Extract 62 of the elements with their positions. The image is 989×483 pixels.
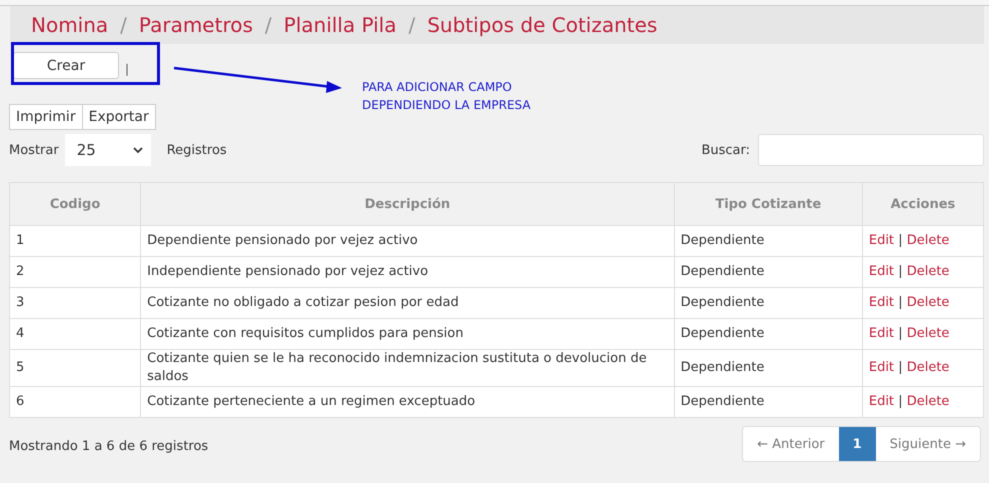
delete-link[interactable]: Delete (906, 233, 950, 248)
delete-link[interactable]: Delete (906, 264, 950, 279)
show-label: Mostrar (9, 142, 59, 158)
edit-link[interactable]: Edit (868, 295, 894, 310)
page-size-select[interactable]: 25 (64, 134, 151, 166)
table-cell: Dependiente pensionado por vejez activo (140, 226, 674, 256)
breadcrumb-link[interactable]: Nomina (31, 13, 108, 37)
edit-link[interactable]: Edit (868, 326, 894, 341)
delete-link[interactable]: Delete (906, 326, 950, 341)
table-cell: 4 (10, 318, 141, 350)
link-separator: | (898, 233, 903, 248)
table-cell: Cotizante con requisitos cumplidos para pension (140, 318, 674, 350)
breadcrumb-separator: / (264, 13, 272, 37)
table-cell: Dependiente (674, 318, 862, 350)
column-header: Acciones (862, 182, 984, 226)
table-cell: 6 (10, 386, 141, 418)
edit-link[interactable]: Edit (868, 233, 894, 248)
table-cell: Independiente pensionado por vejez activo (140, 256, 674, 288)
annotation-note: PARA ADICIONAR CAMPO DEPENDIENDO LA EMPRESA (362, 79, 531, 114)
column-header: Codigo (10, 182, 141, 226)
previous-button[interactable]: ← Anterior (743, 427, 839, 461)
chevron-down-icon (132, 146, 143, 154)
table-cell: 5 (10, 350, 141, 386)
table-cell: Dependiente (674, 386, 862, 418)
breadcrumb-link[interactable]: Planilla Pila (284, 13, 396, 37)
edit-link[interactable]: Edit (868, 360, 894, 375)
delete-link[interactable]: Delete (906, 360, 950, 375)
link-separator: | (898, 360, 903, 375)
table-cell: Dependiente (674, 350, 862, 386)
table-cell: 3 (10, 288, 141, 318)
delete-link[interactable]: Delete (906, 295, 950, 310)
breadcrumb-link[interactable]: Parametros (138, 13, 253, 37)
table-cell: Dependiente (674, 256, 862, 288)
records-label: Registros (166, 142, 227, 158)
table-cell: Cotizante no obligado a cotizar pesion por edad (140, 288, 674, 318)
breadcrumb-separator: / (120, 13, 127, 37)
create-button[interactable]: Crear (13, 52, 119, 79)
search-label: Buscar: (701, 142, 750, 158)
page-button[interactable]: 1 (838, 427, 876, 461)
table-cell: 2 (10, 256, 141, 288)
link-separator: | (898, 264, 903, 279)
edit-link[interactable]: Edit (868, 264, 894, 279)
next-button[interactable]: Siguiente → (876, 427, 980, 461)
breadcrumb-link[interactable]: Subtipos de Cotizantes (427, 13, 658, 37)
export-button[interactable]: Exportar (82, 104, 156, 130)
link-separator: | (898, 326, 903, 341)
link-separator: | (898, 394, 903, 409)
edit-link[interactable]: Edit (868, 394, 894, 409)
table-cell: Dependiente (674, 288, 862, 318)
breadcrumb-separator: / (408, 13, 416, 37)
text-cursor: | (125, 62, 130, 76)
table-info: Mostrando 1 a 6 de 6 registros (9, 438, 208, 454)
table-cell: Dependiente (674, 226, 862, 256)
link-separator: | (898, 295, 903, 310)
column-header: Tipo Cotizante (674, 182, 862, 226)
delete-link[interactable]: Delete (906, 394, 950, 409)
export-button[interactable]: Imprimir (9, 104, 83, 130)
table-cell: Cotizante quien se le ha reconocido indemnizacion sustituta o devolucion de saldos (140, 350, 674, 386)
table-cell: 1 (10, 226, 141, 256)
table-cell: Cotizante perteneciente a un regimen exceptuado (140, 386, 674, 418)
column-header: Descripción (140, 182, 674, 226)
search-field[interactable] (758, 134, 984, 166)
